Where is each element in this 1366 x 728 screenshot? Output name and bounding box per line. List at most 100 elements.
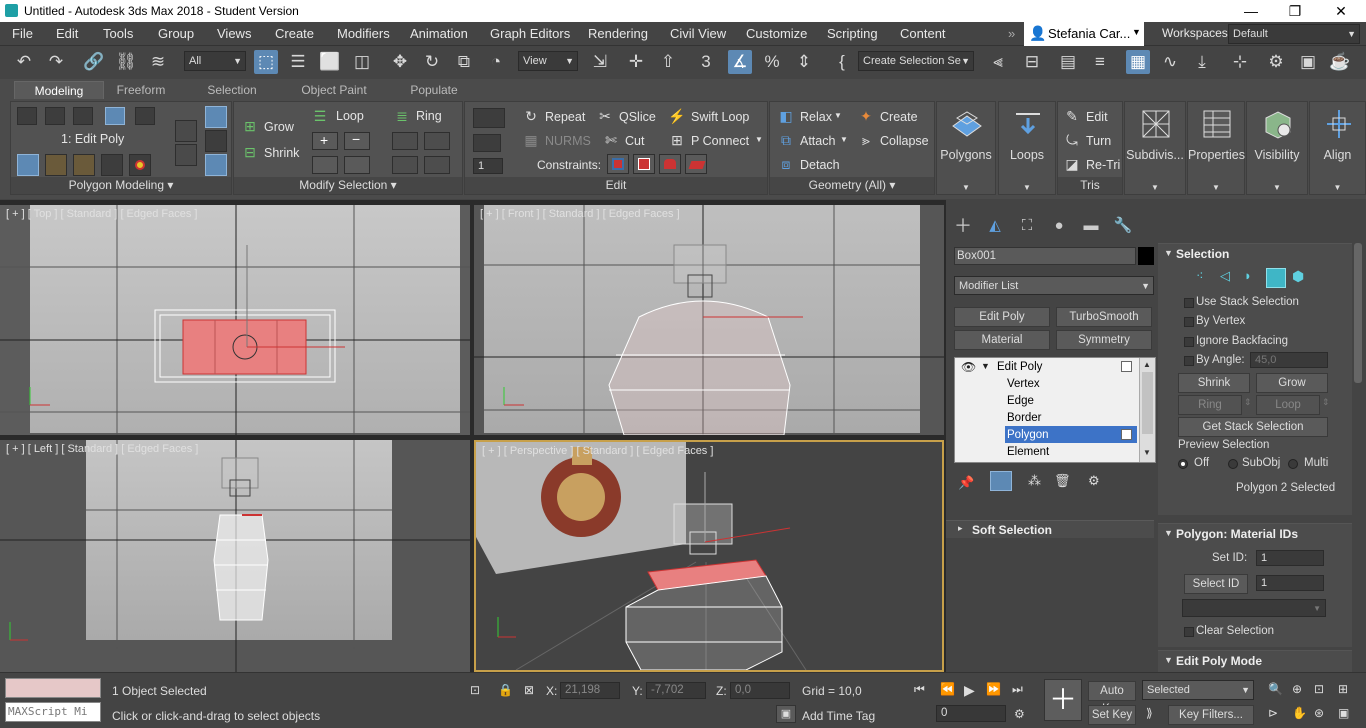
loop-button[interactable]: Loop: [336, 109, 364, 123]
modify-mode-icon[interactable]: [17, 154, 39, 176]
ring-button[interactable]: Ring: [1178, 395, 1242, 415]
stack-item-border[interactable]: Border: [1007, 412, 1042, 424]
isolate-selection-icon[interactable]: ⊡: [470, 683, 480, 697]
stack-down-icon[interactable]: [175, 144, 197, 166]
pin-stack-icon[interactable]: [205, 106, 227, 128]
show-end-result-icon[interactable]: [205, 130, 227, 152]
layer-explorer-icon[interactable]: ≡: [1088, 50, 1112, 74]
go-to-start-icon[interactable]: ⏮: [914, 682, 925, 697]
p-connect-button[interactable]: P Connect: [691, 134, 749, 148]
material-ids-title[interactable]: Polygon: Material IDs: [1176, 527, 1298, 541]
schematic-view-icon[interactable]: ⊹: [1228, 50, 1252, 74]
previous-frame-icon[interactable]: ⏪: [940, 682, 955, 696]
stack-item-vertex[interactable]: Vertex: [1007, 378, 1040, 390]
shrink-button[interactable]: Shrink: [264, 146, 299, 160]
undo-icon[interactable]: ↶: [12, 50, 36, 74]
loop-spinner-icon[interactable]: ⇕: [1322, 397, 1330, 408]
create-tab-icon[interactable]: ＋: [950, 214, 976, 238]
soft-selection-rollout[interactable]: ▸ Soft Selection: [946, 520, 1154, 538]
viewport-left-label[interactable]: [ + ] [ Left ] [ Standard ] [ Edged Face…: [6, 443, 198, 455]
tab-freeform[interactable]: Freeform: [104, 81, 178, 99]
keyboard-shortcut-icon[interactable]: ⇧: [656, 50, 680, 74]
chevron-down-icon[interactable]: ▼: [1164, 528, 1173, 538]
modifier-stack[interactable]: 👁 ▼ Edit Poly Vertex Edge Border Polygon…: [954, 357, 1156, 463]
dot-ring-icon[interactable]: [424, 156, 450, 174]
get-stack-selection-button[interactable]: Get Stack Selection: [1178, 417, 1328, 437]
percent-snap-icon[interactable]: %: [760, 50, 784, 74]
stack-up-icon[interactable]: [175, 120, 197, 142]
pan-icon[interactable]: ✋: [1292, 706, 1307, 720]
loops-panel[interactable]: Loops ▼: [998, 101, 1056, 195]
chevron-down-icon[interactable]: ▼: [834, 111, 842, 120]
workspace-dropdown[interactable]: Default ▼: [1228, 24, 1360, 44]
move-icon[interactable]: ✥: [388, 50, 412, 74]
swift-loop-button[interactable]: Swift Loop: [691, 110, 749, 124]
tris-edit-button[interactable]: Edit: [1086, 110, 1108, 124]
snaps-toggle-icon[interactable]: 3: [694, 50, 718, 74]
reference-coordinate-dropdown[interactable]: View ▼: [518, 51, 578, 71]
stack-item-polygon[interactable]: Polygon: [1007, 429, 1049, 441]
absolute-mode-icon[interactable]: ⊠: [524, 683, 534, 697]
align-icon[interactable]: ⊟: [1020, 50, 1044, 74]
set-key-large-icon[interactable]: ＋: [1044, 679, 1082, 721]
viewport-perspective-label[interactable]: [ + ] [ Perspective ] [ Standard ] [ Edg…: [482, 445, 713, 457]
tris-retri-button[interactable]: Re-Tri: [1086, 158, 1120, 172]
symmetry-modifier-button[interactable]: Symmetry: [1056, 330, 1152, 350]
menu-file[interactable]: File: [12, 26, 33, 41]
tris-turn-button[interactable]: Turn: [1086, 134, 1111, 148]
preview-multi-radio[interactable]: [1288, 459, 1298, 469]
viewport-front[interactable]: [ + ] [ Front ] [ Standard ] [ Edged Fac…: [474, 205, 944, 435]
set-id-spinner[interactable]: 1: [1256, 550, 1324, 566]
preview-subobj-radio[interactable]: [1228, 459, 1238, 469]
tab-object-paint[interactable]: Object Paint: [290, 81, 378, 99]
go-to-end-icon[interactable]: ⏭: [1012, 682, 1023, 697]
repeat-button[interactable]: Repeat: [545, 110, 585, 124]
render-setup-icon[interactable]: ⚙: [1264, 50, 1288, 74]
next-frame-icon[interactable]: ⏩: [986, 682, 1001, 696]
use-stack-checkbox[interactable]: [1184, 298, 1194, 308]
modifier-toggle-icon[interactable]: [1121, 361, 1132, 372]
dope-sheet-icon[interactable]: ⤓: [1190, 50, 1214, 74]
rectangular-region-icon[interactable]: ⬜: [318, 50, 342, 74]
viewport-perspective[interactable]: [ + ] [ Perspective ] [ Standard ] [ Edg…: [474, 440, 944, 672]
edit-poly-modifier-button[interactable]: Edit Poly: [954, 307, 1050, 327]
stack-item-edge[interactable]: Edge: [1007, 395, 1034, 407]
polygon-subobject-icon[interactable]: [1266, 268, 1286, 288]
ignore-backfacing-checkbox[interactable]: [1184, 337, 1194, 347]
material-modifier-button[interactable]: Material: [954, 330, 1050, 350]
maximize-viewport-icon[interactable]: ▣: [1338, 706, 1349, 720]
hierarchy-tab-icon[interactable]: ⛶: [1014, 214, 1040, 238]
menu-edit[interactable]: Edit: [56, 26, 78, 41]
menu-overflow-icon[interactable]: »: [1008, 26, 1015, 41]
user-account[interactable]: 👤 Stefania Car... ▼: [1024, 22, 1144, 46]
select-by-name-icon[interactable]: ☰: [286, 50, 310, 74]
play-icon[interactable]: ▶: [964, 682, 975, 699]
z-coordinate-field[interactable]: 0,0: [730, 682, 790, 699]
bind-spacewarp-icon[interactable]: ≋: [146, 50, 170, 74]
close-button[interactable]: ✕: [1318, 0, 1364, 22]
viewport-top-label[interactable]: [ + ] [ Top ] [ Standard ] [ Edged Faces…: [6, 208, 198, 220]
preview-off-radio[interactable]: [1178, 459, 1188, 469]
stack-item-element[interactable]: Element: [1007, 446, 1049, 458]
make-unique-icon[interactable]: ⁂: [1028, 473, 1041, 489]
orbit-icon[interactable]: ⊛: [1314, 706, 1324, 720]
viewport-front-label[interactable]: [ + ] [ Front ] [ Standard ] [ Edged Fac…: [480, 208, 680, 220]
modify-selection-label[interactable]: Modify Selection ▾: [234, 177, 462, 194]
attach-button[interactable]: Attach: [800, 134, 835, 148]
lock-icon[interactable]: 🔒: [498, 683, 513, 697]
menu-animation[interactable]: Animation: [410, 26, 468, 41]
select-id-button[interactable]: Select ID: [1184, 574, 1248, 594]
constraint-edge-icon[interactable]: [633, 154, 655, 174]
stack-scrollbar[interactable]: ▲ ▼: [1139, 358, 1155, 462]
loop-grow-icon[interactable]: +: [312, 132, 338, 150]
time-tag-icon[interactable]: ▣: [776, 705, 796, 723]
vertex-mode-icon[interactable]: [17, 107, 37, 125]
x-coordinate-field[interactable]: 21,198: [560, 682, 620, 699]
tab-modeling[interactable]: Modeling: [14, 81, 104, 99]
place-icon[interactable]: ◔: [484, 50, 508, 74]
maxscript-input[interactable]: MAXScript Mi: [5, 702, 101, 722]
constraint-normal-icon[interactable]: [685, 154, 707, 174]
border-subobject-icon[interactable]: ◗: [1244, 268, 1252, 283]
polygon-modeling-label[interactable]: Polygon Modeling ▾: [11, 177, 231, 194]
rotate-icon[interactable]: ↻: [420, 50, 444, 74]
